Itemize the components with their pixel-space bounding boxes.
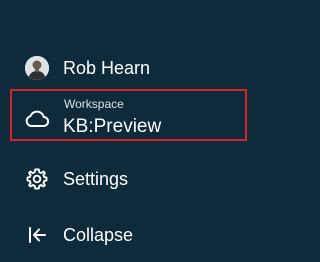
collapse-label: Collapse bbox=[63, 225, 134, 245]
settings-label: Settings bbox=[63, 169, 129, 189]
workspace-caption: Workspace bbox=[64, 97, 124, 111]
user-name: Rob Hearn bbox=[63, 58, 151, 78]
workspace-switcher[interactable]: Workspace KB:Preview bbox=[10, 89, 247, 141]
sidebar-menu: Rob Hearn Workspace KB:Preview Settings bbox=[0, 0, 260, 262]
user-avatar-image bbox=[25, 56, 49, 80]
collapse-item[interactable]: Collapse bbox=[0, 221, 260, 249]
settings-item[interactable]: Settings bbox=[0, 165, 260, 193]
avatar bbox=[24, 55, 50, 81]
collapse-left-icon bbox=[24, 222, 50, 248]
workspace-name: KB:Preview bbox=[63, 116, 162, 137]
gear-icon bbox=[24, 166, 50, 192]
user-profile-item[interactable]: Rob Hearn bbox=[0, 54, 260, 82]
cloud-icon bbox=[24, 105, 50, 131]
